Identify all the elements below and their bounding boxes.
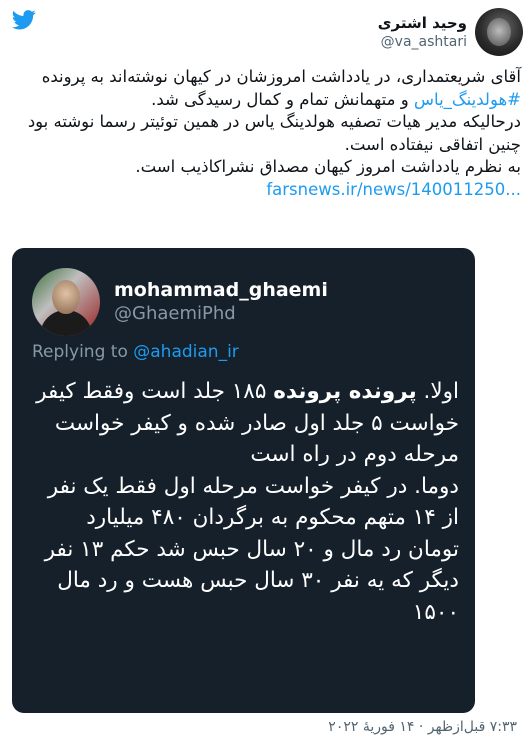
replying-to: Replying to @ahadian_ir [32, 342, 239, 362]
news-link[interactable]: farsnews.ir/news/140011250... [266, 180, 521, 199]
tweet-text: آقای شریعتمداری، در یادداشت امروزشان در … [11, 66, 521, 201]
quoted-avatar[interactable] [32, 268, 100, 336]
tweet-line1: آقای شریعتمداری، در یادداشت امروزشان در … [41, 67, 521, 86]
quoted-p2: دوما. در کیفر خواست مرحله اول فقط یک نفر… [44, 473, 459, 625]
author-names: وحید اشتری @va_ashtari [378, 13, 467, 51]
hashtag-link[interactable]: #هولدینگ_یاس [414, 90, 521, 109]
tweet-line3: به نظرم یادداشت امروز کیهان مصداق نشراکا… [135, 157, 521, 176]
quoted-body: اولا. پرونده پرونده ۱۸۵ جلد است وفقط کیف… [34, 376, 459, 628]
replying-prefix: Replying to [32, 342, 134, 362]
author-avatar[interactable] [475, 8, 523, 56]
tweet-line1-end: و متهمانش تمام و کمال رسیدگی شد. [151, 89, 414, 109]
tweet-author: وحید اشتری @va_ashtari [378, 8, 523, 56]
quoted-handle[interactable]: @GhaemiPhd [114, 302, 328, 326]
replying-mention[interactable]: @ahadian_ir [133, 342, 239, 362]
quoted-p1-start: اولا. [416, 379, 459, 404]
author-name[interactable]: وحید اشتری [378, 13, 467, 33]
quoted-name[interactable]: mohammad_ghaemi [114, 278, 328, 302]
tweet-timestamp[interactable]: ۷:۳۳ قبل‌ازظهر · ۱۴ فوریهٔ ۲۰۲۲ [328, 719, 517, 735]
quoted-header: mohammad_ghaemi @GhaemiPhd [32, 268, 328, 336]
tweet-line2: درحالیکه مدیر هیات تصفیه هولدینگ یاس در … [27, 112, 521, 154]
author-handle[interactable]: @va_ashtari [378, 33, 467, 51]
twitter-bird-icon[interactable] [12, 10, 36, 30]
quoted-tweet[interactable]: mohammad_ghaemi @GhaemiPhd Replying to @… [12, 248, 475, 713]
quoted-p1-bold: پرونده پرونده [273, 379, 417, 404]
